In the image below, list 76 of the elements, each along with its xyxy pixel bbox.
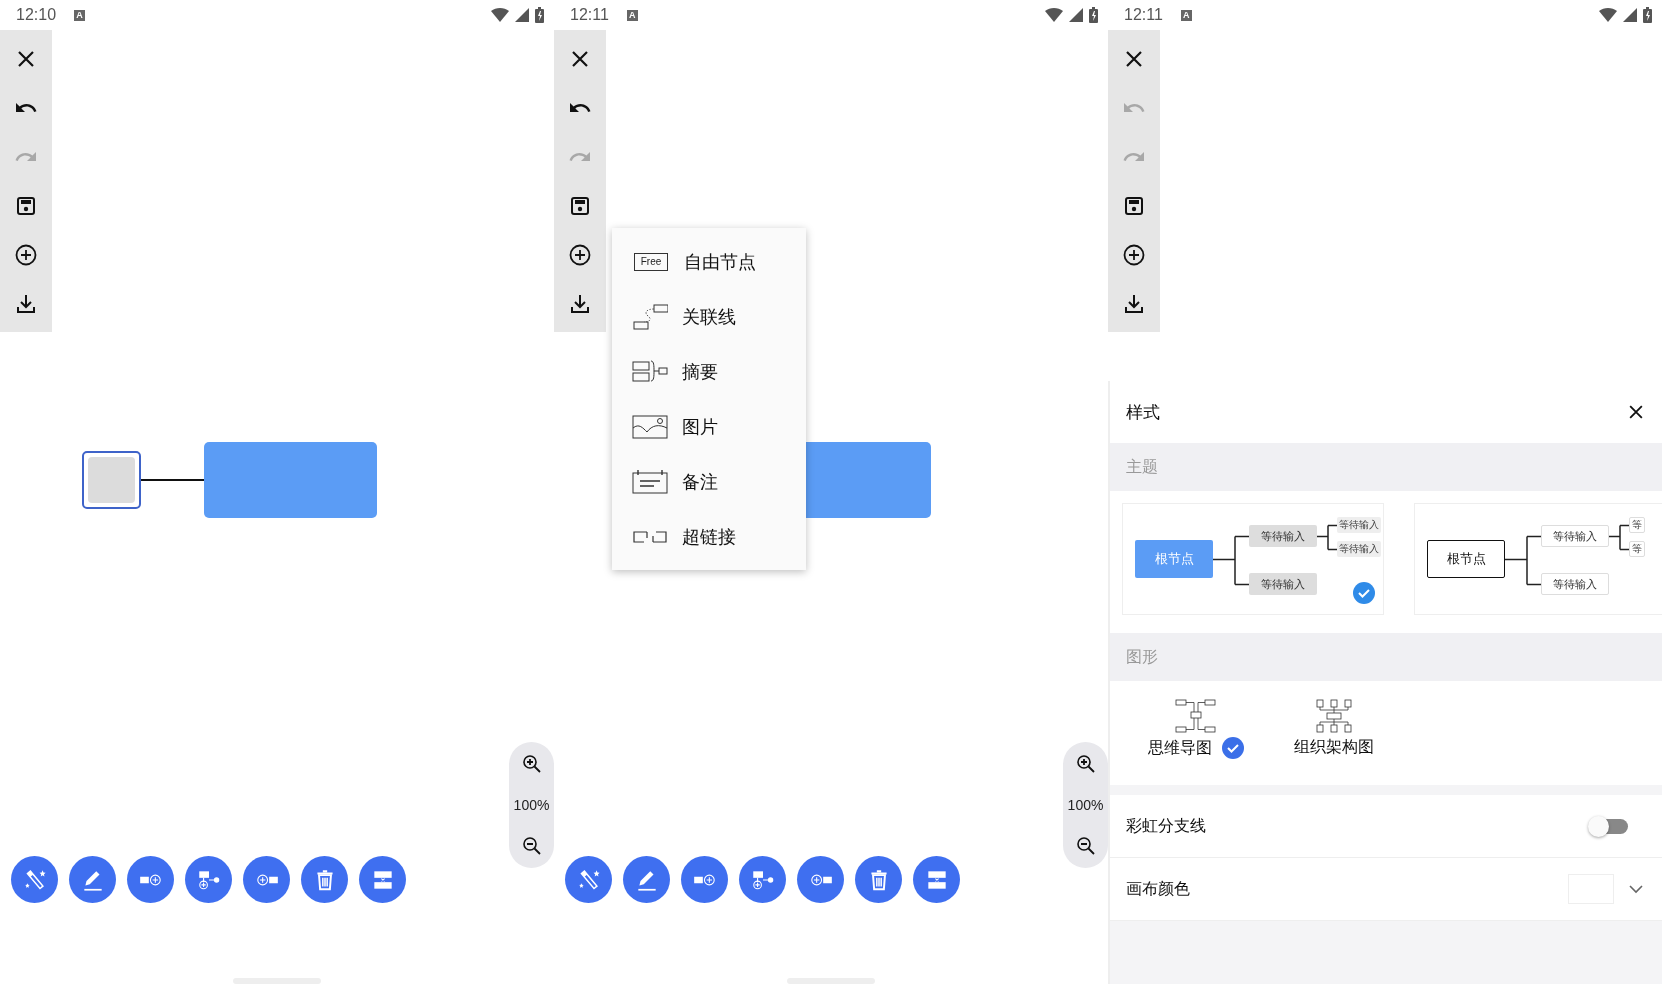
option-label: 组织架构图: [1294, 737, 1374, 757]
free-node-icon: Free: [634, 252, 668, 271]
child-node: 等待输入: [1249, 525, 1317, 547]
panel-title: 样式: [1126, 401, 1160, 424]
delete-button[interactable]: [855, 856, 902, 903]
zoom-level: 100%: [1067, 797, 1104, 813]
delete-button[interactable]: [301, 856, 348, 903]
notification-icon: A: [626, 9, 638, 21]
split-node-button[interactable]: [359, 856, 406, 903]
root-node[interactable]: [82, 451, 141, 509]
child-node: 等待输入: [1541, 525, 1609, 547]
split-node-button[interactable]: [913, 856, 960, 903]
plus-node-button[interactable]: [797, 856, 844, 903]
theme-card[interactable]: 根节点 等待输入 等待输入 等待输入 等待输入: [1122, 503, 1384, 615]
signal-icon: [1069, 8, 1083, 22]
child-node: 等待输入: [1541, 573, 1609, 595]
plus-node-button[interactable]: [243, 856, 290, 903]
image-icon: [632, 412, 668, 441]
zoom-in-icon: [1075, 754, 1096, 774]
grandchild-node: 等待输入: [1337, 541, 1381, 557]
topic-node[interactable]: [204, 442, 377, 518]
clock-time: 12:10: [16, 6, 57, 24]
child-node: 等待输入: [1249, 573, 1317, 595]
node-branch-button[interactable]: [739, 856, 786, 903]
option-label: 思维导图: [1148, 737, 1212, 758]
wifi-icon: [1045, 8, 1063, 22]
check-badge-icon: [1222, 737, 1244, 759]
add-circle-icon: [568, 242, 592, 267]
pencil-button[interactable]: [623, 856, 670, 903]
battery-icon: [535, 7, 544, 23]
menu-item[interactable]: Free 自由节点: [612, 234, 806, 289]
menu-item[interactable]: 超链接: [612, 509, 806, 564]
notification-icon: A: [74, 9, 86, 21]
wifi-icon: [1599, 8, 1617, 22]
root-node: 根节点: [1427, 540, 1505, 578]
theme-card[interactable]: 根节点 等待输入 等待输入 等 等: [1414, 503, 1662, 615]
menu-item[interactable]: 摘要: [612, 344, 806, 399]
layout-option[interactable]: 组织架构图: [1294, 699, 1374, 785]
wifi-icon: [491, 8, 509, 22]
root-node: 根节点: [1135, 540, 1213, 578]
menu-item[interactable]: 备注: [612, 454, 806, 509]
zoom-level: 100%: [513, 797, 550, 813]
setting-label: 彩虹分支线: [1126, 815, 1207, 836]
grandchild-node: 等: [1629, 541, 1645, 557]
section-header: 图形: [1110, 633, 1662, 681]
connector-line: [141, 479, 204, 481]
menu-item[interactable]: 关联线: [612, 289, 806, 344]
notification-icon: A: [1180, 9, 1192, 21]
org-chart-icon: [1316, 699, 1352, 733]
grandchild-node: 等: [1629, 517, 1645, 533]
zoom-out-icon: [1075, 836, 1096, 856]
section-header: 主题: [1110, 443, 1662, 491]
battery-icon: [1643, 7, 1652, 23]
note-icon: [632, 467, 668, 496]
signal-icon: [1623, 8, 1637, 22]
zoom-in-icon: [521, 754, 542, 774]
setting-label: 画布颜色: [1126, 878, 1191, 899]
menu-item[interactable]: 图片: [612, 399, 806, 454]
node-plus-button[interactable]: [127, 856, 174, 903]
pencil-button[interactable]: [69, 856, 116, 903]
node-branch-button[interactable]: [185, 856, 232, 903]
node-plus-button[interactable]: [681, 856, 728, 903]
battery-icon: [1089, 7, 1098, 23]
zoom-out-icon: [521, 836, 542, 856]
layout-option[interactable]: 思维导图: [1148, 699, 1244, 785]
relation-line-icon: [632, 302, 668, 331]
clock-time: 12:11: [1124, 6, 1163, 24]
add-circle-icon: [1122, 242, 1146, 267]
clock-time: 12:11: [570, 6, 609, 24]
signal-icon: [515, 8, 529, 22]
magic-wand-button[interactable]: [11, 856, 58, 903]
grandchild-node: 等待输入: [1337, 517, 1381, 533]
mind-map-icon: [1175, 699, 1217, 733]
chevron-down-icon[interactable]: [1628, 884, 1644, 894]
add-circle-icon: [14, 242, 38, 267]
magic-wand-button[interactable]: [565, 856, 612, 903]
